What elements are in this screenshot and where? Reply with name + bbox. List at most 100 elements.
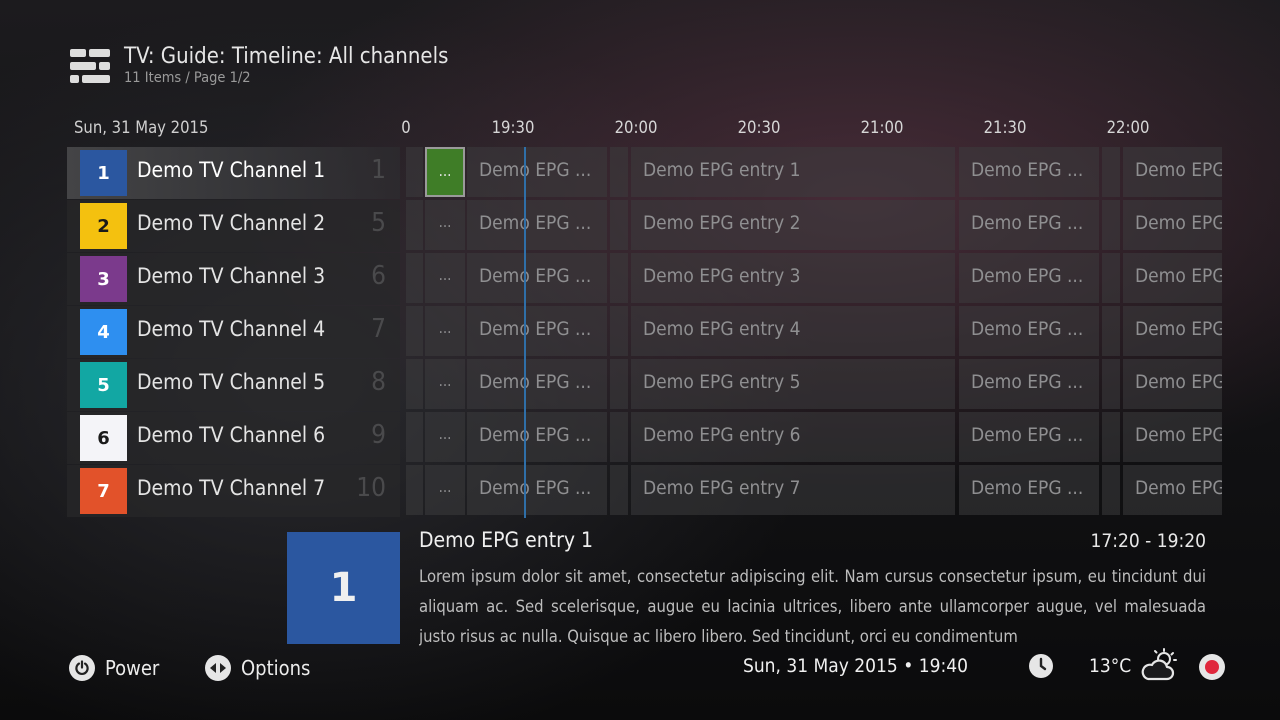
channel-name: Demo TV Channel 3 (137, 264, 326, 288)
epg-cell[interactable] (610, 359, 628, 409)
program-time: 17:20 - 19:20 (1090, 530, 1206, 552)
weather-partly-cloudy-icon (1140, 648, 1180, 682)
epg-cell[interactable]: Demo EPG ... (959, 412, 1099, 462)
program-description: Lorem ipsum dolor sit amet, consectetur … (419, 567, 1206, 646)
page-title: TV: Guide: Timeline: All channels (124, 44, 449, 69)
epg-cell[interactable]: Demo EPG ... (467, 306, 607, 356)
epg-cell[interactable] (1102, 412, 1120, 462)
epg-cell[interactable]: Demo EPG entry 4 (631, 306, 955, 356)
channel-row-1[interactable]: 1 Demo TV Channel 1 1 (67, 147, 400, 199)
epg-cell-label: ... (438, 213, 452, 231)
epg-cell[interactable] (406, 200, 423, 250)
channel-row-7[interactable]: 7 Demo TV Channel 7 10 (67, 465, 400, 517)
epg-cell-label: Demo EPG entry 3 (643, 265, 801, 287)
power-icon (69, 655, 95, 681)
epg-cell-label: Demo EPG (1135, 424, 1222, 446)
epg-cell[interactable]: Demo EPG ... (959, 200, 1099, 250)
epg-cell[interactable]: Demo EPG (1123, 253, 1222, 303)
channel-name: Demo TV Channel 5 (137, 370, 326, 394)
epg-cell[interactable]: Demo EPG ... (959, 147, 1099, 197)
epg-cell[interactable]: Demo EPG entry 5 (631, 359, 955, 409)
epg-cell-label: Demo EPG entry 7 (643, 477, 801, 499)
channel-number: 10 (356, 473, 386, 503)
epg-cell[interactable]: Demo EPG entry 3 (631, 253, 955, 303)
epg-cell[interactable]: Demo EPG ... (467, 412, 607, 462)
timeline-tick: 22:00 (1106, 118, 1150, 137)
epg-cell[interactable]: Demo EPG ... (467, 147, 607, 197)
epg-cell[interactable] (406, 412, 423, 462)
guide-grid-icon (70, 49, 110, 83)
epg-cell[interactable] (610, 253, 628, 303)
epg-cell[interactable]: ... (425, 465, 465, 515)
epg-cell[interactable] (1102, 359, 1120, 409)
epg-row-6: ... Demo EPG ... Demo EPG entry 6 Demo E… (404, 412, 1222, 464)
channel-badge: 3 (80, 256, 127, 302)
epg-cell[interactable]: Demo EPG ... (467, 359, 607, 409)
epg-cell[interactable]: Demo EPG (1123, 412, 1222, 462)
epg-cell[interactable]: Demo EPG ... (959, 253, 1099, 303)
power-button[interactable]: Power (69, 654, 159, 682)
epg-cell[interactable]: Demo EPG ... (959, 465, 1099, 515)
epg-cell[interactable]: Demo EPG (1123, 306, 1222, 356)
epg-cell[interactable]: Demo EPG entry 7 (631, 465, 955, 515)
epg-cell[interactable] (610, 412, 628, 462)
epg-cell[interactable] (406, 147, 423, 197)
channel-row-6[interactable]: 6 Demo TV Channel 6 9 (67, 412, 400, 464)
epg-cell[interactable]: Demo EPG entry 1 (631, 147, 955, 197)
epg-cell-label: Demo EPG ... (971, 212, 1084, 234)
epg-cell[interactable]: Demo EPG (1123, 200, 1222, 250)
epg-cell[interactable] (1102, 200, 1120, 250)
channel-number: 6 (371, 261, 386, 291)
epg-cell[interactable]: ... (425, 306, 465, 356)
channel-row-3[interactable]: 3 Demo TV Channel 3 6 (67, 253, 400, 305)
epg-cell-label: Demo EPG ... (971, 318, 1084, 340)
epg-cell[interactable] (1102, 147, 1120, 197)
power-label: Power (105, 656, 160, 680)
epg-cell[interactable]: Demo EPG (1123, 359, 1222, 409)
epg-grid: ... Demo EPG ... Demo EPG entry 1 Demo E… (404, 147, 1222, 518)
epg-cell[interactable]: Demo EPG (1123, 465, 1222, 515)
record-icon[interactable] (1199, 654, 1225, 680)
epg-cell-label: Demo EPG entry 4 (643, 318, 801, 340)
epg-cell[interactable] (1102, 306, 1120, 356)
options-label: Options (241, 656, 311, 680)
epg-cell[interactable]: Demo EPG ... (467, 465, 607, 515)
epg-cell[interactable]: Demo EPG ... (959, 306, 1099, 356)
epg-cell[interactable]: ... (425, 359, 465, 409)
channel-row-4[interactable]: 4 Demo TV Channel 4 7 (67, 306, 400, 358)
epg-cell[interactable]: Demo EPG ... (467, 253, 607, 303)
epg-cell[interactable] (406, 465, 423, 515)
epg-cell[interactable]: ... (425, 200, 465, 250)
epg-cell-label: Demo EPG (1135, 318, 1222, 340)
epg-cell[interactable] (1102, 253, 1120, 303)
epg-cell[interactable]: Demo EPG entry 2 (631, 200, 955, 250)
epg-cell[interactable]: ... (425, 412, 465, 462)
epg-cell-label: Demo EPG ... (479, 265, 592, 287)
epg-cell-label: ... (438, 425, 452, 443)
epg-cell[interactable]: Demo EPG entry 6 (631, 412, 955, 462)
timeline-tick: 20:30 (737, 118, 781, 137)
epg-cell[interactable]: Demo EPG ... (959, 359, 1099, 409)
epg-cell-label: Demo EPG (1135, 212, 1222, 234)
epg-cell[interactable] (610, 465, 628, 515)
program-thumbnail: 1 (287, 532, 400, 644)
epg-cell-label: ... (438, 162, 452, 180)
channel-row-5[interactable]: 5 Demo TV Channel 5 8 (67, 359, 400, 411)
epg-cell[interactable]: Demo EPG ... (467, 200, 607, 250)
epg-cell[interactable] (1102, 465, 1120, 515)
epg-cell[interactable] (610, 306, 628, 356)
epg-cell[interactable]: Demo EPG (1123, 147, 1222, 197)
epg-cell[interactable] (610, 147, 628, 197)
channel-number: 8 (371, 367, 386, 397)
channel-name: Demo TV Channel 7 (137, 476, 326, 500)
epg-cell[interactable] (406, 359, 423, 409)
options-button[interactable]: Options (205, 654, 310, 682)
epg-cell[interactable] (406, 306, 423, 356)
timeline-tick: 21:00 (860, 118, 904, 137)
channel-row-2[interactable]: 2 Demo TV Channel 2 5 (67, 200, 400, 252)
page-subtitle: 11 Items / Page 1/2 (124, 70, 251, 86)
epg-cell[interactable] (610, 200, 628, 250)
epg-cell[interactable]: ... (425, 253, 465, 303)
epg-cell[interactable] (406, 253, 423, 303)
epg-cell-focused[interactable]: ... (425, 147, 465, 197)
